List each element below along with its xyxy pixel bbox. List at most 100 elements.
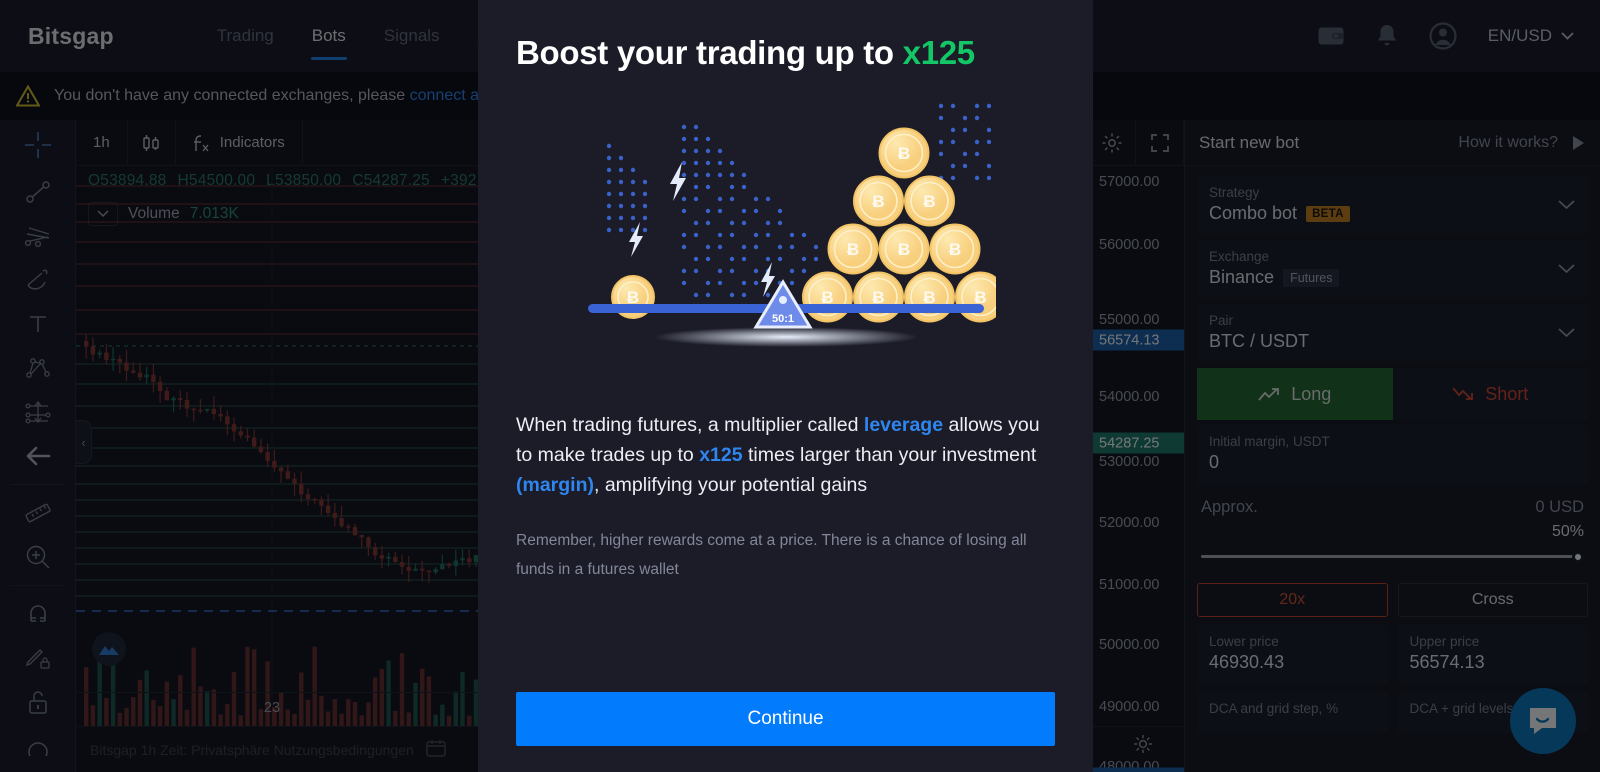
svg-text:Ƀ: Ƀ (923, 192, 935, 211)
drawing-lock-icon[interactable] (0, 636, 75, 680)
initial-margin-input[interactable]: 0 (1209, 452, 1576, 473)
exchange-chevron-down-icon[interactable] (1558, 261, 1575, 279)
long-button[interactable]: Long (1197, 368, 1393, 420)
brand-logo[interactable]: Bitsgap (28, 23, 114, 50)
language-label: EN/USD (1487, 26, 1552, 45)
price-badge: 54287.25 (1091, 432, 1184, 454)
nav-item-bots[interactable]: Bots (293, 0, 365, 72)
interval-selector[interactable]: 1h (76, 119, 128, 166)
margin-mode-button[interactable]: Cross (1397, 583, 1588, 617)
upper-price-field[interactable]: Upper price 56574.13 (1397, 625, 1588, 684)
price-tick: 49000.00 (1099, 699, 1160, 715)
chevron-down-icon (1561, 32, 1574, 40)
intercom-chat-button[interactable] (1510, 688, 1576, 754)
bell-icon[interactable] (1372, 21, 1402, 51)
account-icon[interactable] (1428, 21, 1458, 51)
nav-item-trading[interactable]: Trading (198, 0, 293, 72)
initial-margin-label: Initial margin, USDT (1209, 434, 1330, 449)
short-button[interactable]: Short (1392, 368, 1588, 420)
leverage-margin-row: 20x Cross (1197, 583, 1588, 617)
price-tick: 52000.00 (1099, 515, 1160, 531)
collapse-panel-handle[interactable]: ‹ (76, 420, 92, 464)
bitsgap-chart-watermark (92, 632, 126, 666)
connect-exchange-link[interactable]: connect a (410, 87, 479, 104)
price-badge: 56574.13 (1091, 329, 1184, 351)
lower-price-value[interactable]: 46930.43 (1209, 652, 1376, 673)
price-tick: 53000.00 (1099, 454, 1160, 470)
magnet-icon[interactable] (0, 592, 75, 636)
indicators-button[interactable]: Indicators (176, 119, 303, 166)
fullscreen-icon[interactable] (1136, 119, 1184, 166)
back-arrow-icon[interactable] (0, 434, 75, 478)
pair-label: Pair (1209, 313, 1234, 328)
trend-line-icon[interactable] (0, 170, 75, 214)
price-tick: 51000.00 (1099, 577, 1160, 593)
strategy-chevron-down-icon[interactable] (1558, 197, 1575, 215)
strategy-value-row: Combo bot BETA (1209, 203, 1576, 224)
leverage-button[interactable]: 20x (1197, 583, 1388, 617)
time-tick: 23 (263, 700, 281, 716)
how-it-works-link[interactable]: How it works? (1458, 134, 1586, 152)
dca-step-field[interactable]: DCA and grid step, % (1197, 692, 1388, 733)
play-icon (1573, 135, 1584, 150)
slider-knob[interactable] (1572, 550, 1584, 563)
lower-price-label: Lower price (1209, 634, 1279, 649)
bot-panel-body: Strategy Combo bot BETA Exchange Binance… (1185, 166, 1600, 733)
wallet-icon[interactable] (1316, 21, 1346, 51)
header-actions: EN/USD (1316, 21, 1574, 51)
modal-title: Boost your trading up to x125 (516, 34, 1055, 72)
para-part-4: , amplifying your potential gains (594, 474, 868, 496)
exchange-field[interactable]: Exchange Binance Futures (1197, 240, 1588, 299)
modal-paragraph: When trading futures, a multiplier calle… (516, 410, 1055, 500)
pitchfork-icon[interactable] (0, 258, 75, 302)
strategy-field[interactable]: Strategy Combo bot BETA (1197, 176, 1588, 235)
margin-slider[interactable] (1201, 545, 1584, 567)
nav-item-signals[interactable]: Signals (365, 0, 459, 72)
patterns-icon[interactable] (0, 346, 75, 390)
fib-retracement-icon[interactable] (0, 214, 75, 258)
hide-drawings-icon[interactable] (0, 724, 75, 768)
price-tick: 50000.00 (1099, 637, 1160, 653)
candles-icon[interactable] (128, 119, 176, 166)
chart-bottom-settings-icon[interactable] (1132, 733, 1154, 760)
unlock-icon[interactable] (0, 680, 75, 724)
approx-label: Approx. (1201, 498, 1258, 516)
chart-settings-gear-icon[interactable] (1088, 119, 1136, 166)
svg-text:Ƀ: Ƀ (872, 192, 884, 211)
trend-down-icon (1452, 387, 1474, 400)
pair-field[interactable]: Pair BTC / USDT (1197, 304, 1588, 363)
price-tick: 56000.00 (1099, 237, 1160, 253)
measure-ruler-icon[interactable] (0, 491, 75, 535)
chart-footer-text: Bitsgap 1h Zeit: Privatsphäre Nutzungsbe… (90, 741, 414, 758)
dca-step-label: DCA and grid step, % (1209, 701, 1339, 716)
modal-title-text: Boost your trading up to (516, 34, 903, 71)
leverage-info-modal: Boost your trading up to x125 Ƀ Ƀ Ƀ Ƀ Ƀ … (478, 0, 1093, 772)
function-icon (193, 134, 209, 151)
forecast-icon[interactable] (0, 390, 75, 434)
language-currency-selector[interactable]: EN/USD (1488, 26, 1574, 46)
text-tool-icon[interactable] (0, 302, 75, 346)
app-root: Bitsgap Trading Bots Signals Arbitrage E… (0, 0, 1600, 772)
short-label: Short (1485, 383, 1529, 404)
continue-button[interactable]: Continue (516, 692, 1055, 746)
slider-percent-label: 50% (1551, 523, 1584, 540)
initial-margin-field[interactable]: Initial margin, USDT 0 (1197, 425, 1588, 484)
calendar-icon[interactable] (426, 739, 446, 760)
trend-up-icon (1258, 388, 1280, 401)
bot-panel-header: Start new bot How it works? (1185, 120, 1600, 166)
zoom-in-icon[interactable] (0, 535, 75, 579)
pair-chevron-down-icon[interactable] (1558, 325, 1575, 343)
price-axis[interactable]: 57000.00 56000.00 55000.00 54000.00 53000.00… (1090, 166, 1184, 772)
crosshair-icon[interactable] (0, 120, 75, 170)
exchange-value: Binance (1209, 267, 1275, 287)
beta-badge: BETA (1306, 205, 1350, 222)
ratio-label: 50:1 (771, 313, 793, 325)
lower-price-field[interactable]: Lower price 46930.43 (1197, 625, 1388, 684)
how-it-works-label: How it works? (1458, 133, 1558, 151)
chart-drawing-toolbar (0, 120, 76, 772)
svg-text:Ƀ: Ƀ (897, 144, 909, 163)
modal-risk-note: Remember, higher rewards come at a price… (516, 532, 1027, 578)
price-tick: 55000.00 (1099, 312, 1160, 328)
upper-price-value[interactable]: 56574.13 (1410, 652, 1577, 673)
para-part-3: times larger than your investment (742, 444, 1037, 466)
